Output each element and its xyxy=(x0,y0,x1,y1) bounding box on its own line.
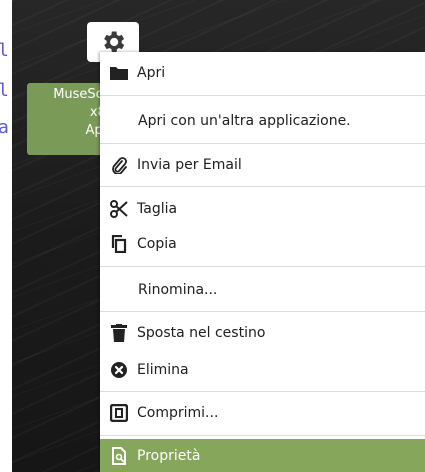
menu-item-rinomina[interactable]: Rinomina... xyxy=(100,272,425,308)
menu-item-label: Comprimi... xyxy=(137,405,219,421)
menu-separator xyxy=(100,391,425,392)
copy-icon xyxy=(110,235,128,253)
menu-separator xyxy=(100,186,425,187)
paperclip-icon xyxy=(110,156,128,174)
terminal-text: l xyxy=(0,80,9,101)
menu-item-label: Apri con un'altra applicazione. xyxy=(138,113,351,129)
menu-item-invia-email[interactable]: Invia per Email xyxy=(100,147,425,183)
menu-item-copia[interactable]: Copia xyxy=(100,226,425,262)
menu-item-label: Rinomina... xyxy=(138,282,218,298)
menu-item-comprimi[interactable]: Comprimi... xyxy=(100,395,425,431)
menu-item-apri[interactable]: Apri xyxy=(100,55,425,91)
menu-item-label: Apri xyxy=(137,65,166,81)
menu-item-proprieta[interactable]: Proprietà xyxy=(100,439,425,472)
menu-item-sposta-cestino[interactable]: Sposta nel cestino xyxy=(100,315,425,351)
terminal-strip: l l a xyxy=(0,0,12,472)
delete-circle-icon xyxy=(110,361,128,379)
menu-separator xyxy=(100,95,425,96)
menu-item-apri-con[interactable]: Apri con un'altra applicazione. xyxy=(100,103,425,139)
menu-separator xyxy=(100,311,425,312)
menu-item-label: Sposta nel cestino xyxy=(137,325,266,341)
menu-separator xyxy=(100,435,425,436)
menu-item-label: Taglia xyxy=(137,201,178,217)
menu-item-label: Copia xyxy=(137,236,177,252)
menu-item-label: Proprietà xyxy=(137,447,201,464)
menu-separator xyxy=(100,266,425,267)
context-menu: Apri Apri con un'altra applicazione. Inv… xyxy=(100,52,425,472)
folder-icon xyxy=(110,64,128,82)
menu-separator xyxy=(100,143,425,144)
menu-item-elimina[interactable]: Elimina xyxy=(100,352,425,388)
archive-icon xyxy=(110,404,128,422)
menu-item-label: Elimina xyxy=(137,362,189,378)
terminal-text: l xyxy=(0,40,9,61)
scissors-icon xyxy=(110,200,128,218)
properties-icon xyxy=(110,446,128,465)
menu-item-label: Invia per Email xyxy=(137,157,242,173)
terminal-text: a xyxy=(0,117,9,138)
trash-icon xyxy=(110,324,128,342)
menu-item-taglia[interactable]: Taglia xyxy=(100,191,425,227)
